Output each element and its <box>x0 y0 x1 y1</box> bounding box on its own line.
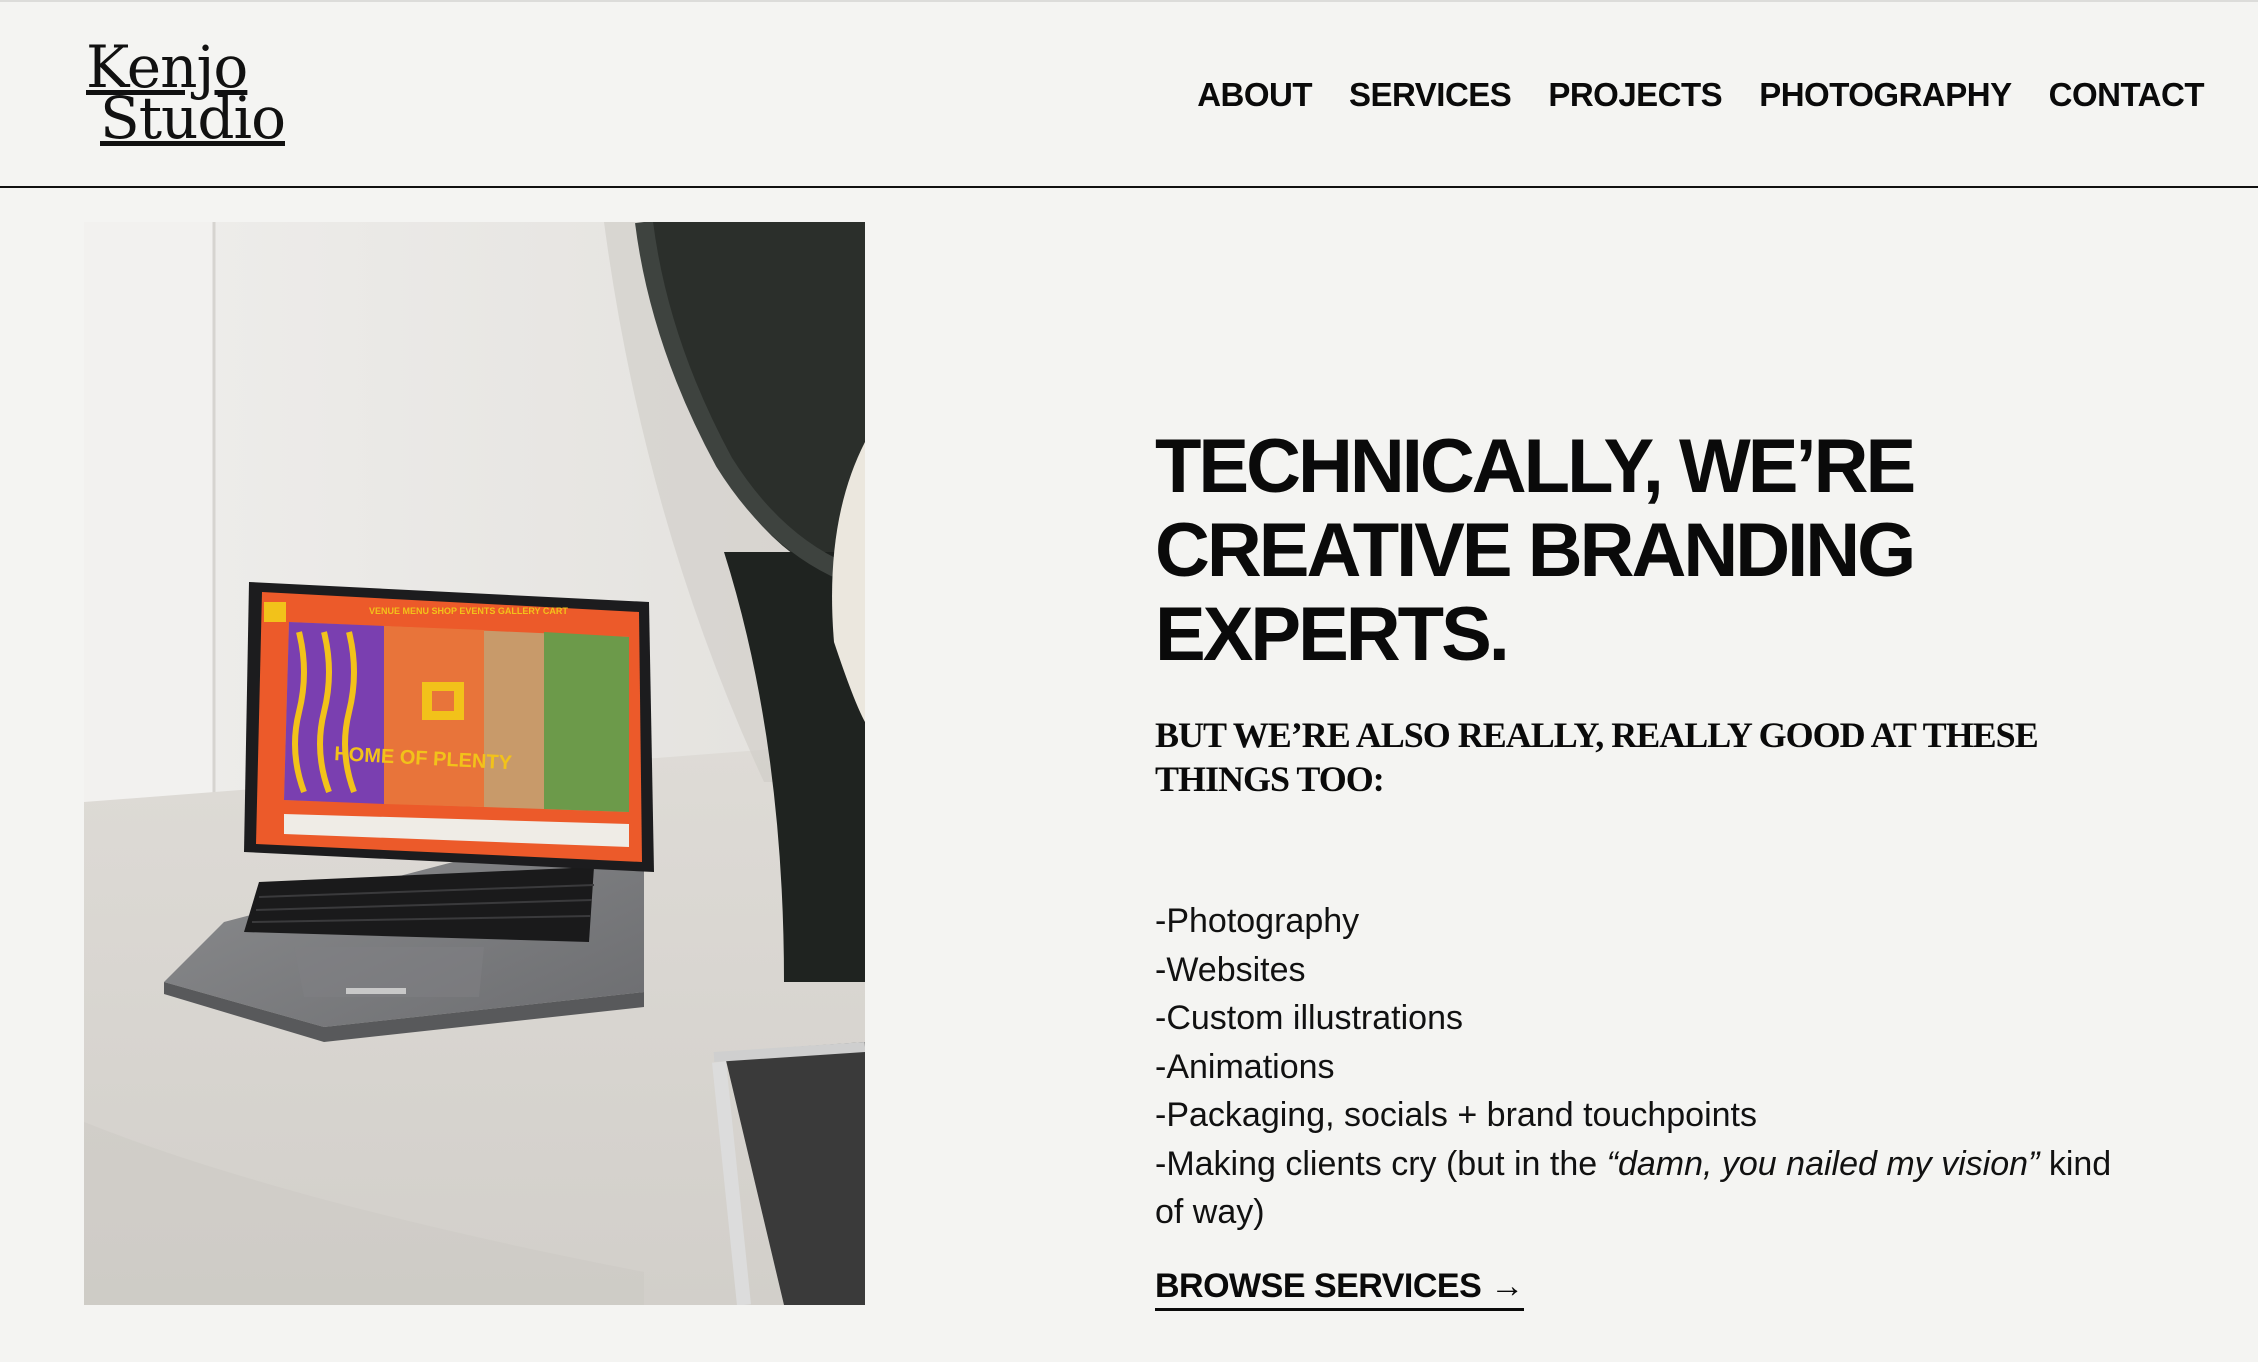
hero-photo-laptop: VENUE MENU SHOP EVENTS GALLERY CART HOME… <box>84 222 865 1305</box>
nav-contact[interactable]: CONTACT <box>2049 76 2205 114</box>
last-item-quote: “damn, you nailed my vision” <box>1606 1144 2040 1183</box>
list-item-last: -Making clients cry (but in the “damn, y… <box>1155 1140 2115 1237</box>
kenjo-studio-logo[interactable]: Kenjo Studio <box>86 38 286 153</box>
logo-line-2: Studio <box>100 84 286 153</box>
list-item: -Animations <box>1155 1047 1335 1086</box>
nav-projects[interactable]: PROJECTS <box>1548 76 1722 114</box>
nav-about[interactable]: ABOUT <box>1197 76 1312 114</box>
list-item: -Photography <box>1155 902 1360 940</box>
browse-services-link[interactable]: BROWSE SERVICES → <box>1155 1267 1524 1311</box>
main-nav: ABOUT SERVICES PROJECTS PHOTOGRAPHY CONT… <box>1160 76 2204 114</box>
hero-subhead: BUT WE’RE ALSO REALLY, REALLY GOOD AT TH… <box>1155 715 2039 799</box>
nav-services[interactable]: SERVICES <box>1349 76 1512 114</box>
hero-content: TECHNICALLY, WE’RE CREATIVE BRANDING EXP… <box>1155 425 2135 1311</box>
list-item: -Custom illustrations <box>1155 999 1463 1037</box>
list-item: -Packaging, socials + brand touchpoints <box>1155 1096 1757 1134</box>
last-item-prefix: -Making clients cry (but in the <box>1155 1144 1607 1183</box>
hero-headline: TECHNICALLY, WE’RE CREATIVE BRANDING EXP… <box>1155 424 1916 677</box>
nav-photography[interactable]: PHOTOGRAPHY <box>1759 76 2012 114</box>
laptop-scene-illustration: VENUE MENU SHOP EVENTS GALLERY CART HOME… <box>84 222 865 1305</box>
list-item: -Websites <box>1155 950 1306 989</box>
site-header: Kenjo Studio ABOUT SERVICES PROJECTS PHO… <box>0 0 2258 188</box>
services-list: -Photography -Websites -Custom illustrat… <box>1155 897 2115 1237</box>
screen-nav-text: VENUE MENU SHOP EVENTS GALLERY CART <box>369 606 568 616</box>
